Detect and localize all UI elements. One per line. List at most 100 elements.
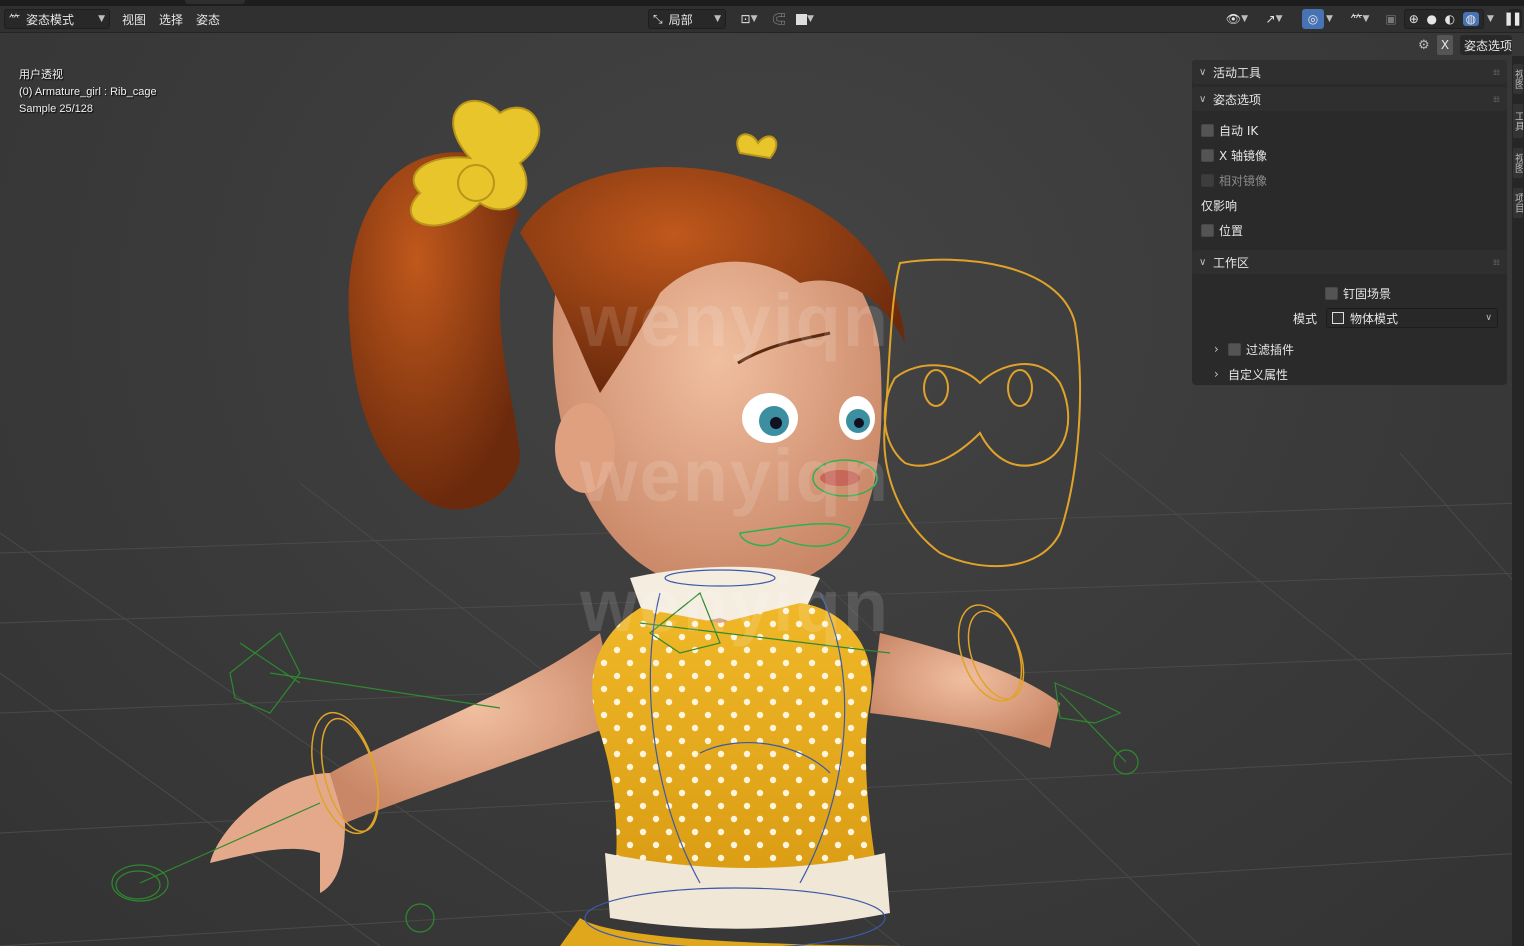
tab-tool[interactable]: 工具 — [1513, 104, 1523, 138]
x-mirror-label: X — [1440, 38, 1450, 52]
section-title: 活动工具 — [1213, 65, 1262, 80]
menu-pose[interactable]: 姿态 — [192, 9, 224, 29]
square-icon — [796, 13, 808, 25]
checkbox-icon[interactable] — [1228, 342, 1241, 356]
right-hand — [210, 773, 345, 893]
xray-toggle[interactable]: ▣ — [1380, 9, 1402, 29]
right-arm — [330, 633, 620, 823]
shading-modes: ⊕ ● ◐ ◍ — [1404, 9, 1484, 29]
workspace-mode-dropdown[interactable]: 物体模式 ∨ — [1326, 308, 1498, 328]
menu-view[interactable]: 视图 — [118, 9, 150, 29]
chevron-down-icon: ∨ — [1199, 93, 1207, 105]
chevron-down-icon: ▼ — [750, 14, 758, 24]
mode-value: 物体模式 — [1350, 311, 1399, 326]
bone-overlay-button[interactable]: ⺮ ▼ — [1342, 9, 1378, 29]
checkbox-icon — [1201, 123, 1214, 137]
section-active-tool[interactable]: ∨ 活动工具 ⁞⁞⁞⁞ — [1192, 60, 1507, 84]
material-shading-icon[interactable]: ◐ — [1445, 12, 1455, 26]
x-mirror-toggle[interactable]: X — [1437, 35, 1453, 55]
section-title: 姿态选项 — [1213, 92, 1262, 107]
menu-select[interactable]: 选择 — [155, 9, 187, 29]
chevron-down-icon: ▼ — [1241, 14, 1249, 24]
visibility-button[interactable]: 👁︎ ▼ — [1222, 9, 1252, 29]
custom-properties-row[interactable]: › 自定义属性 — [1214, 364, 1288, 384]
sidebar-panel: ∨ 活动工具 ⁞⁞⁞⁞ ∨ 姿态选项 ⁞⁞⁞⁞ 自动 IK X 轴镜像 相对镜像… — [1192, 60, 1507, 385]
transform-orientation-dropdown[interactable]: ⤡ 局部 ▼ — [648, 9, 726, 29]
gizmo-button[interactable]: ↗ ▼ — [1256, 9, 1292, 29]
checkbox-icon — [1201, 148, 1214, 162]
snap-toggle[interactable]: 🧲︎ — [768, 9, 790, 29]
pivot-point-button[interactable]: ⊡ ▼ — [734, 9, 764, 29]
shading-dropdown[interactable]: ▼ — [1487, 9, 1494, 29]
chevron-down-icon: ▼ — [714, 14, 721, 24]
chevron-down-icon: ▼ — [1362, 14, 1370, 24]
checkbox-label: 位置 — [1219, 223, 1244, 238]
chevron-right-icon: › — [1214, 367, 1219, 381]
move-pin-icon[interactable]: ⚙ — [1418, 35, 1430, 55]
eye-icon: 👁︎ — [1225, 12, 1242, 26]
chevron-down-icon: ▼ — [1326, 14, 1333, 24]
tab-view-2[interactable]: 视图 — [1513, 148, 1523, 178]
checkbox-icon — [1201, 173, 1214, 187]
sidebar-toggle[interactable]: ▌▌ — [1506, 9, 1524, 29]
custom-properties-label: 自定义属性 — [1228, 367, 1289, 382]
pivot-icon: ⊡ — [740, 12, 751, 26]
view-name: 用户透视 — [19, 69, 63, 81]
checkbox-icon — [1201, 223, 1214, 237]
auto-ik-checkbox[interactable]: 自动 IK — [1201, 120, 1258, 140]
locations-checkbox[interactable]: 位置 — [1201, 220, 1243, 240]
pose-options-dropdown[interactable]: 姿态选项 — [1460, 35, 1512, 55]
object-mode-icon — [1332, 312, 1344, 324]
checkbox-label: 钉固场景 — [1343, 286, 1392, 301]
watermark: wenyiqn — [580, 279, 891, 362]
snap-icon: 🧲︎ — [771, 12, 787, 26]
overlays-dropdown[interactable]: ▼ — [1326, 9, 1333, 29]
pose-mode-icon: ⺮ — [9, 13, 20, 26]
gizmo-icon: ↗ — [1265, 12, 1276, 26]
overlays-toggle[interactable]: ◎ — [1302, 9, 1324, 29]
watermark: wenyiqn — [580, 434, 891, 517]
relative-mirror-checkbox[interactable]: 相对镜像 — [1201, 170, 1267, 190]
ik-pole-right — [229, 632, 301, 714]
section-title: 工作区 — [1213, 255, 1250, 270]
chevron-right-icon: › — [1214, 342, 1219, 356]
xray-icon: ▣ — [1385, 12, 1397, 26]
chevron-down-icon: ▼ — [1487, 14, 1494, 24]
rendered-shading-icon[interactable]: ◍ — [1462, 12, 1480, 26]
solid-shading-icon[interactable]: ● — [1426, 12, 1436, 26]
interaction-mode-dropdown[interactable]: ⺮ 姿态模式 ▼ — [4, 9, 110, 29]
checkbox-label: 自动 IK — [1219, 123, 1259, 138]
section-pose-options[interactable]: ∨ 姿态选项 ⁞⁞⁞⁞ — [1192, 87, 1507, 111]
pin-scene-checkbox[interactable]: 钉固场景 — [1325, 283, 1391, 303]
chevron-down-icon: ∨ — [1199, 66, 1207, 78]
pause-icon: ▌▌ — [1506, 12, 1524, 26]
checkbox-label: 相对镜像 — [1219, 173, 1268, 188]
drag-handle-icon[interactable]: ⁞⁞⁞⁞ — [1493, 95, 1500, 104]
tab-item[interactable]: 项目 — [1513, 188, 1523, 218]
wireframe-shading-icon[interactable]: ⊕ — [1409, 12, 1419, 26]
viewport-header: ⺮ 姿态模式 ▼ 视图 选择 姿态 ⤡ 局部 ▼ ⊡ ▼ 🧲︎ ▼ 👁︎ ▼ ↗ ▼ … — [0, 6, 1524, 33]
render-samples: Sample 25/128 — [19, 103, 93, 115]
chevron-down-icon: ▼ — [807, 14, 814, 24]
bone-icon: ⺮ — [1350, 12, 1363, 27]
viewport-info: 用户透视 (0) Armature_girl : Rib_cage Sample… — [19, 67, 157, 118]
filter-addons-label: 过滤插件 — [1246, 342, 1295, 357]
orientation-label: 局部 — [668, 12, 693, 27]
section-workspace[interactable]: ∨ 工作区 ⁞⁞⁞⁞ — [1192, 250, 1507, 274]
checkbox-label: X 轴镜像 — [1219, 148, 1268, 163]
sidebar-tabs: 视图 工具 视图 项目 — [1512, 56, 1524, 946]
checkbox-icon — [1325, 286, 1338, 300]
watermark: wenyiqn — [580, 564, 891, 647]
x-mirror-checkbox[interactable]: X 轴镜像 — [1201, 145, 1267, 165]
drag-handle-icon[interactable]: ⁞⁞⁞⁞ — [1493, 258, 1500, 267]
overlays-icon: ◎ — [1307, 12, 1319, 26]
snap-target-button[interactable]: ▼ — [790, 9, 820, 29]
chevron-down-icon: ∨ — [1199, 256, 1207, 268]
chevron-down-icon: ∨ — [1485, 313, 1492, 323]
drag-handle-icon[interactable]: ⁞⁞⁞⁞ — [1493, 68, 1500, 77]
filter-addons-row[interactable]: › 过滤插件 — [1214, 339, 1294, 359]
chevron-down-icon: ▼ — [98, 14, 105, 24]
mode-label: 模式 — [1293, 311, 1318, 326]
tab-view[interactable]: 视图 — [1513, 64, 1523, 94]
face-controls — [883, 258, 1081, 568]
